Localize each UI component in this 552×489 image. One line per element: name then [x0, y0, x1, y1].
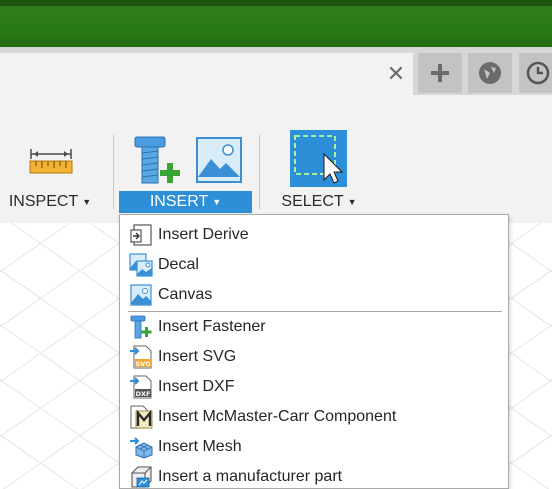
svg-text:DXF: DXF — [136, 390, 151, 398]
menu-item-insert-mesh[interactable]: Insert Mesh — [120, 432, 508, 462]
menu-item-insert-dxf[interactable]: DXF Insert DXF — [120, 372, 508, 402]
select-label: SELECT — [281, 193, 344, 210]
menu-item-label: Insert DXF — [158, 378, 235, 395]
sync-icon — [479, 62, 501, 84]
toolbar-divider — [113, 135, 114, 209]
sync-status-button[interactable] — [468, 53, 512, 93]
menu-item-label: Insert SVG — [158, 348, 237, 365]
insert-fastener-tool-button[interactable] — [131, 135, 181, 187]
close-tab-icon[interactable]: ✕ — [384, 62, 408, 86]
menu-item-label: Insert a manufacturer part — [158, 468, 343, 485]
insert-dropdown-menu: Insert Derive Decal Canvas Insert Fasten… — [119, 214, 509, 489]
insert-menu[interactable]: INSERT ▼ — [119, 191, 252, 213]
inspect-menu[interactable]: INSPECT ▼ — [2, 191, 98, 213]
menu-item-insert-mcmaster-carr[interactable]: Insert McMaster-Carr Component — [120, 402, 508, 432]
toolbar-divider — [259, 135, 260, 209]
menu-item-label: Decal — [158, 256, 199, 273]
new-tab-button[interactable] — [418, 53, 462, 93]
decal-icon — [129, 253, 153, 277]
menu-item-insert-svg[interactable]: SVG Insert SVG — [120, 342, 508, 372]
menu-item-canvas[interactable]: Canvas — [120, 280, 508, 310]
inspect-label: INSPECT — [8, 193, 79, 210]
select-box-icon — [294, 135, 344, 184]
menu-item-label: Insert Derive — [158, 226, 249, 243]
menu-item-insert-fastener[interactable]: Insert Fastener — [120, 312, 508, 342]
select-tool-button[interactable] — [290, 130, 347, 187]
caret-down-icon: ▼ — [212, 197, 222, 207]
mesh-icon — [129, 435, 153, 459]
menu-item-label: Canvas — [158, 286, 213, 303]
document-tab[interactable] — [0, 53, 413, 95]
caret-down-icon: ▼ — [82, 197, 92, 207]
menu-item-insert-derive[interactable]: Insert Derive — [120, 220, 508, 250]
insert-label: INSERT — [149, 193, 209, 210]
svg-file-icon: SVG — [129, 345, 153, 369]
svg-text:SVG: SVG — [135, 360, 150, 368]
measure-tool-button[interactable] — [28, 145, 74, 177]
plus-icon — [431, 64, 449, 82]
fastener-icon — [129, 315, 153, 339]
app-header-bar — [0, 0, 552, 47]
caret-down-icon: ▼ — [347, 197, 357, 207]
job-status-button[interactable] — [519, 53, 552, 93]
menu-item-decal[interactable]: Decal — [120, 250, 508, 280]
insert-canvas-tool-button[interactable] — [196, 137, 242, 183]
mcmaster-carr-icon — [129, 405, 153, 429]
dxf-file-icon: DXF — [129, 375, 153, 399]
canvas-icon — [129, 283, 153, 307]
menu-item-label: Insert Mesh — [158, 438, 242, 455]
select-menu[interactable]: SELECT ▼ — [270, 191, 368, 213]
menu-item-label: Insert McMaster-Carr Component — [158, 408, 397, 425]
image-icon — [196, 137, 242, 183]
menu-item-insert-manufacturer-part[interactable]: Insert a manufacturer part — [120, 462, 508, 489]
clock-icon — [526, 61, 550, 85]
manufacturer-part-icon — [129, 465, 153, 489]
ruler-icon — [29, 149, 73, 174]
fastener-icon — [134, 136, 180, 184]
insert-derive-icon — [129, 223, 153, 247]
menu-item-label: Insert Fastener — [158, 318, 266, 335]
